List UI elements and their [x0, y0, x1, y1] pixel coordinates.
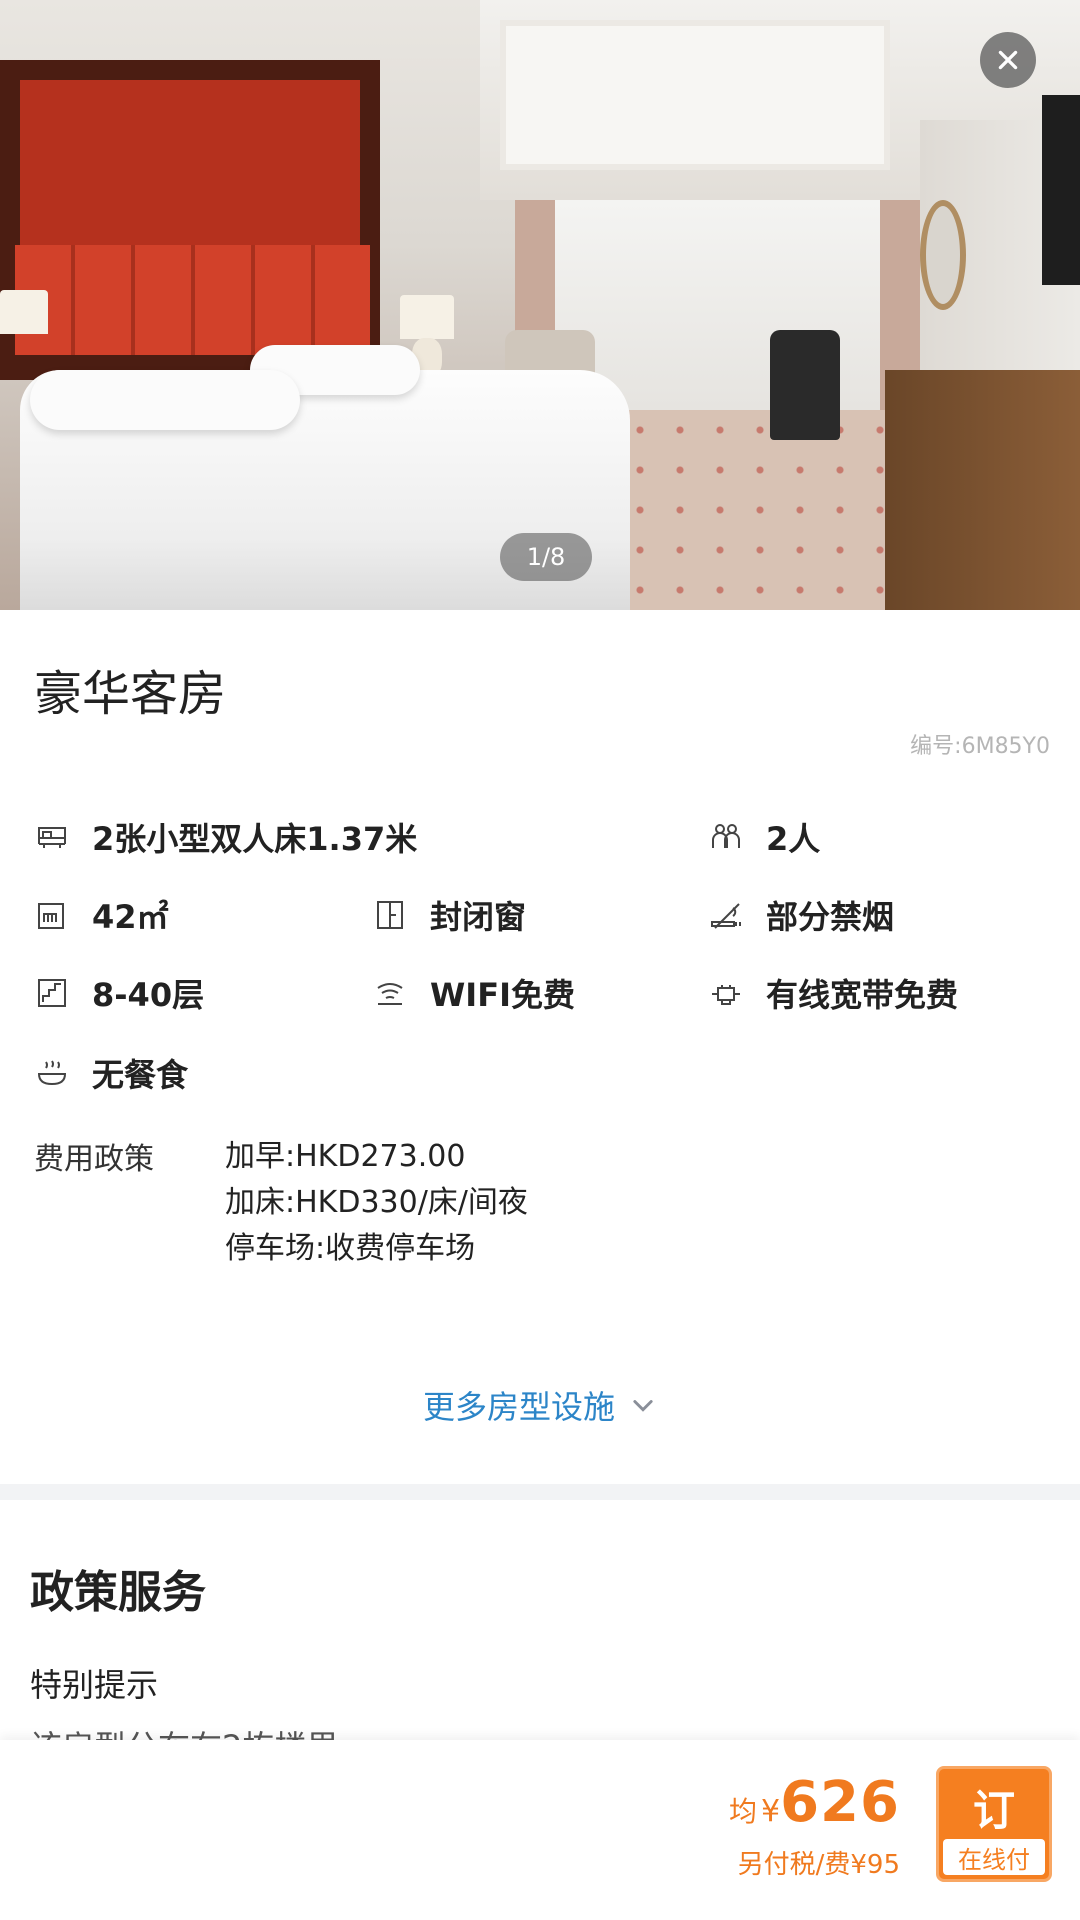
facility-broadband-text: 有线宽带免费: [766, 976, 959, 1014]
room-photo[interactable]: 1/8: [0, 0, 1080, 610]
facility-meal: 无餐食: [34, 1050, 188, 1096]
facility-bed-text: 2张小型双人床1.37米: [92, 820, 418, 858]
booking-bar: [0, 1740, 1080, 1920]
close-button[interactable]: [980, 32, 1036, 88]
chevron-down-icon: [633, 1400, 653, 1412]
average-prefix: 均: [728, 1795, 757, 1828]
fee-policy-label: 费用政策: [34, 1142, 154, 1177]
fee-policy-lines: 加早:HKD273.00 加床:HKD330/床/间夜 停车场:收费停车场: [225, 1134, 528, 1272]
book-button[interactable]: 订 在线付: [936, 1766, 1052, 1882]
facility-floor: 8-40层: [34, 970, 204, 1016]
fee-policy-line: 加早:HKD273.00: [225, 1139, 466, 1174]
area-icon: [34, 897, 70, 933]
average-price: 均 ¥ 626: [729, 1770, 900, 1835]
photo-counter: 1/8: [500, 533, 592, 581]
photo-tv: [1042, 95, 1080, 285]
currency-symbol: ¥: [761, 1794, 781, 1829]
section-divider: [0, 1484, 1080, 1500]
facility-smoking: 部分禁烟: [708, 892, 894, 938]
photo-lamp: [0, 290, 48, 334]
photo-pillow: [30, 370, 300, 430]
fee-policy-line: 加床:HKD330/床/间夜: [225, 1185, 528, 1220]
photo-headboard: [20, 80, 360, 250]
facility-meal-text: 无餐食: [92, 1056, 189, 1094]
close-icon: [998, 50, 1018, 70]
photo-ceiling-recess: [500, 20, 890, 170]
photo-lamp: [400, 295, 454, 339]
facility-window: 封闭窗: [372, 892, 526, 938]
more-facilities-label: 更多房型设施: [422, 1388, 615, 1426]
photo-mirror: [920, 200, 966, 310]
facility-occupancy: 2人: [708, 814, 820, 860]
more-facilities-link[interactable]: 更多房型设施: [0, 1382, 1080, 1428]
no-smoking-icon: [708, 897, 744, 933]
room-code: 编号:6M85Y0: [910, 734, 1050, 759]
photo-headboard-panels: [15, 245, 370, 355]
facility-wifi: WIFI免费: [372, 970, 575, 1016]
facility-window-text: 封闭窗: [430, 898, 527, 936]
bed-icon: [34, 819, 70, 855]
window-icon: [372, 897, 408, 933]
photo-chair: [770, 330, 840, 440]
facility-bed: 2张小型双人床1.37米: [34, 814, 417, 860]
meal-icon: [34, 1055, 70, 1091]
facility-area: 42㎡: [34, 892, 169, 938]
facility-occupancy-text: 2人: [766, 820, 821, 858]
fee-policy-line: 停车场:收费停车场: [225, 1231, 476, 1266]
book-button-label: 订: [972, 1785, 1015, 1835]
price-amount: 626: [780, 1770, 900, 1835]
people-icon: [708, 819, 744, 855]
facility-area-text: 42㎡: [92, 898, 169, 936]
wifi-icon: [372, 975, 408, 1011]
policy-section-title: 政策服务: [30, 1567, 206, 1618]
facility-floor-text: 8-40层: [92, 976, 205, 1014]
facility-smoking-text: 部分禁烟: [766, 898, 895, 936]
stairs-icon: [34, 975, 70, 1011]
special-tip-title: 特别提示: [30, 1666, 159, 1704]
book-button-sublabel: 在线付: [943, 1839, 1045, 1875]
facility-broadband: 有线宽带免费: [708, 970, 958, 1016]
facility-wifi-text: WIFI免费: [430, 976, 575, 1014]
room-title: 豪华客房: [34, 666, 227, 722]
photo-desk: [885, 370, 1080, 610]
broadband-icon: [708, 975, 744, 1011]
tax-note: 另付税/费¥95: [737, 1850, 900, 1880]
